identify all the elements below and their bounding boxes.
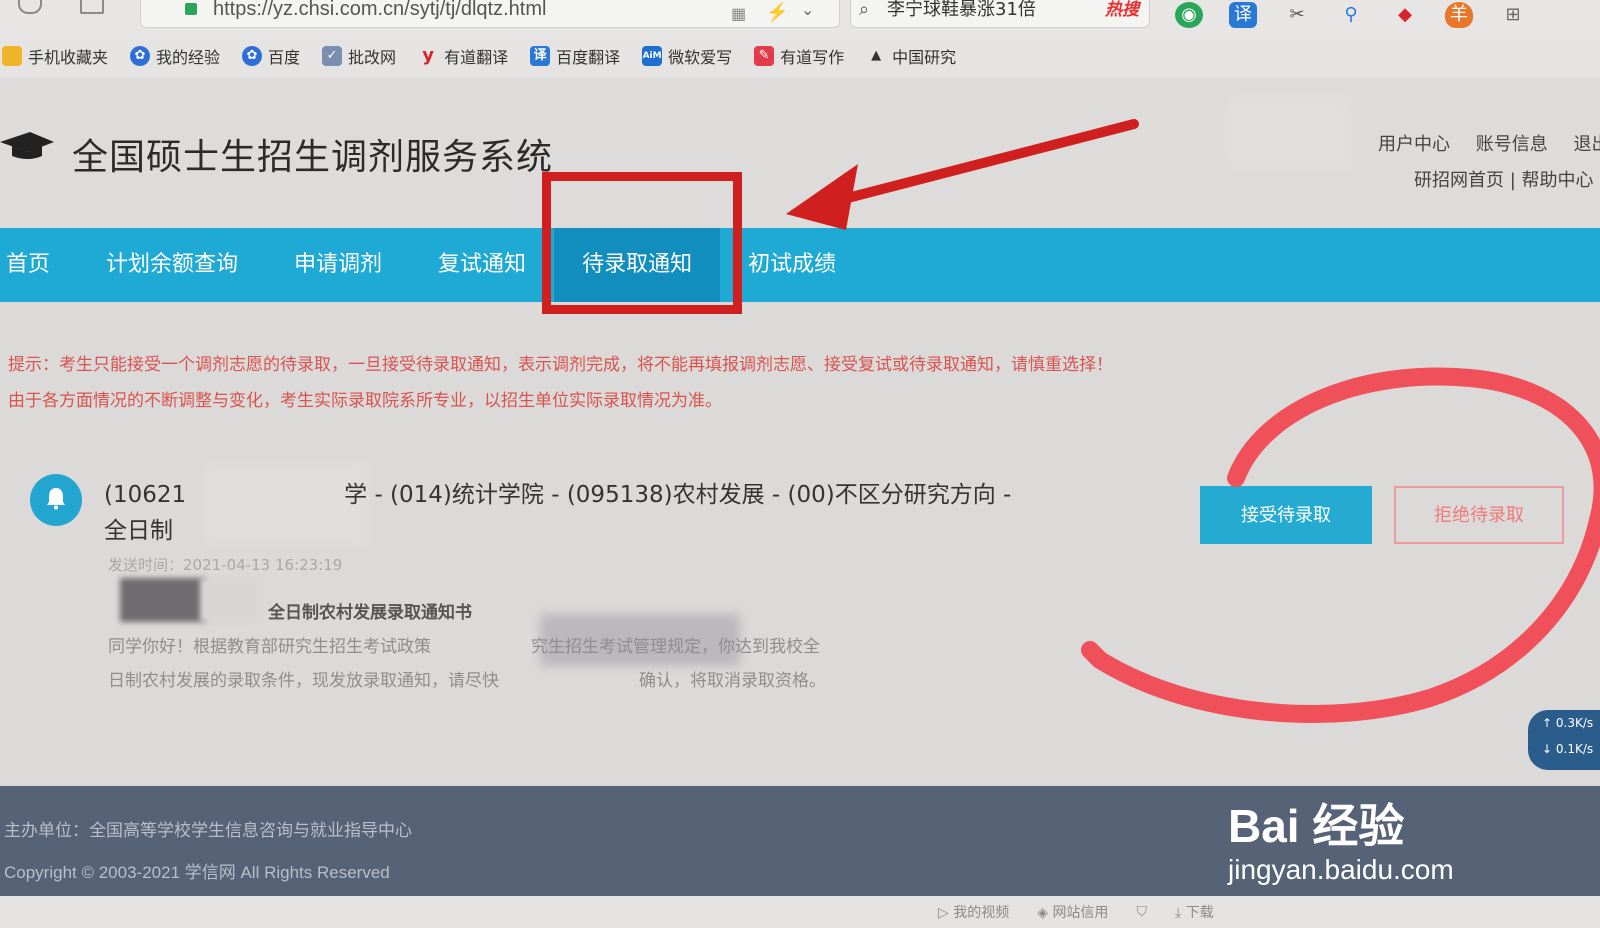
bookmark-label: 微软爱写 — [668, 48, 733, 67]
graduation-cap-icon: ▲ — [871, 48, 882, 63]
download-link[interactable]: ⤓ 下载 — [1175, 902, 1214, 922]
nav-home[interactable]: 首页 — [0, 228, 78, 302]
bookmark-item[interactable]: ✎ 有道写作 — [754, 44, 844, 68]
search-icon: ⌕ — [859, 0, 870, 20]
accept-admission-button[interactable]: 接受待录取 — [1200, 486, 1372, 544]
bookmark-label: 有道翻译 — [444, 48, 509, 67]
shield-status-icon[interactable]: ⛉ — [1136, 904, 1147, 920]
notification-bell-icon — [30, 474, 82, 526]
redacted-username — [1230, 98, 1350, 168]
youdao-write-icon: ✎ — [754, 46, 775, 66]
bell-icon — [47, 488, 65, 510]
gamepad-icon[interactable]: ◆ — [1391, 2, 1419, 28]
bookmark-item[interactable]: ✓ 批改网 — [322, 44, 396, 68]
translate-icon: 译 — [530, 46, 551, 66]
bookmark-label: 有道写作 — [780, 48, 845, 67]
scissors-icon[interactable]: ✂ — [1283, 2, 1311, 28]
watermark-logo: Bai 经验 — [1228, 800, 1405, 852]
extension-green-icon[interactable]: ◉ — [1175, 2, 1203, 28]
youdao-icon: y — [422, 45, 434, 66]
logout-link[interactable]: 退出 — [1573, 134, 1600, 155]
graduation-cap-logo-icon — [0, 132, 54, 159]
download-speed: ↓ 0.1K/s — [1542, 742, 1594, 756]
bookmark-label: 批改网 — [348, 48, 397, 67]
nav-retest-notice[interactable]: 复试通知 — [410, 228, 554, 302]
bookmark-label: 我的经验 — [156, 48, 221, 67]
user-links: 用户中心 账号信息 退出 — [1378, 130, 1600, 156]
site-credit-link[interactable]: ◈ 网站信用 — [1037, 902, 1108, 922]
upload-speed: ↑ 0.3K/s — [1542, 716, 1594, 730]
search-input[interactable]: ⌕ 李宁球鞋暴涨31倍 热搜 — [850, 0, 1150, 28]
tip-line: 提示：考生只能接受一个调剂志愿的待录取，一旦接受待录取通知，表示调剂完成，将不能… — [8, 355, 1113, 375]
bookmark-item[interactable]: 译 百度翻译 — [530, 44, 620, 68]
help-links[interactable]: 研招网首页 | 帮助中心 — [1414, 166, 1594, 192]
send-time: 发送时间：2021-04-13 16:23:19 — [108, 556, 343, 574]
bookmark-label: 百度 — [268, 48, 301, 67]
folder-icon — [2, 46, 22, 66]
account-info-link[interactable]: 账号信息 — [1476, 134, 1548, 155]
bookmark-item[interactable]: ✿ 百度 — [242, 44, 300, 68]
notice-title: (10621 学 - (014)统计学院 - (095138)农村发展 - (00… — [104, 482, 1012, 544]
baidu-jingyan-watermark: Bai 经验 jingyan.baidu.com — [1228, 790, 1454, 886]
bookmark-item[interactable]: AiM 微软爱写 — [642, 44, 732, 68]
baidu-paw-icon: ✿ — [242, 46, 263, 66]
annotation-highlight-box — [542, 172, 742, 314]
bookmark-item[interactable]: ▲ 中国研究 — [866, 44, 956, 68]
nav-apply-adjustment[interactable]: 申请调剂 — [266, 228, 410, 302]
hot-search-badge: 热搜 — [1105, 0, 1139, 20]
shield-icon[interactable]: 羊 — [1445, 2, 1473, 28]
tip-line: 由于各方面情况的不断调整与变化，考生实际录取院系所专业，以招生单位实际录取情况为… — [8, 391, 722, 411]
url-text: https://yz.chsi.com.cn/sytj/tj/dlqtz.htm… — [213, 0, 547, 20]
secure-lock-icon — [185, 3, 197, 15]
redacted-block — [200, 578, 260, 622]
main-content: 提示：考生只能接受一个调剂志愿的待录取，一旦接受待录取通知，表示调剂完成，将不能… — [0, 302, 1600, 786]
reject-admission-button[interactable]: 拒绝待录取 — [1394, 486, 1564, 544]
search-text: 李宁球鞋暴涨31倍 — [887, 0, 1036, 20]
reload-icon[interactable] — [18, 0, 42, 14]
bookmark-label: 百度翻译 — [556, 48, 621, 67]
bookmark-item[interactable]: 手机收藏夹 — [2, 44, 108, 68]
browser-toolbar: https://yz.chsi.com.cn/sytj/tj/dlqtz.htm… — [0, 0, 1600, 34]
admission-letter-title: 全日制农村发展录取通知书 — [268, 603, 472, 623]
site-header: 全国硕士生招生调剂服务系统 用户中心 账号信息 退出 研招网首页 | 帮助中心 — [0, 78, 1600, 230]
bookmark-item[interactable]: ✿ 我的经验 — [130, 44, 220, 68]
network-speed-widget[interactable]: ↑ 0.3K/s ↓ 0.1K/s — [1528, 710, 1600, 770]
pigai-icon: ✓ — [322, 46, 343, 66]
grid-icon[interactable]: ⊞ — [1499, 2, 1527, 28]
user-center-link[interactable]: 用户中心 — [1378, 134, 1450, 155]
address-bar[interactable]: https://yz.chsi.com.cn/sytj/tj/dlqtz.htm… — [140, 0, 840, 28]
magnifier-icon[interactable]: ⚲ — [1337, 2, 1365, 28]
aim-icon: AiM — [642, 46, 663, 66]
bookmark-label: 手机收藏夹 — [28, 48, 109, 67]
bookmark-item[interactable]: y 有道翻译 — [418, 44, 508, 68]
lightning-icon[interactable]: ⚡ — [766, 0, 788, 26]
redacted-block — [120, 578, 206, 622]
translate-icon[interactable]: 译 — [1229, 2, 1257, 28]
footer-organizer: 主办单位：全国高等学校学生信息咨询与就业指导中心 — [4, 821, 412, 841]
browser-status-bar: ▷ 我的视频 ◈ 网站信用 ⛉ ⤓ 下载 — [0, 896, 1600, 928]
qr-code-icon[interactable]: ▦ — [731, 1, 746, 29]
my-video-link[interactable]: ▷ 我的视频 — [938, 902, 1009, 922]
bookmark-label: 中国研究 — [892, 48, 957, 67]
site-title: 全国硕士生招生调剂服务系统 — [72, 137, 554, 178]
extension-toolbar: ◉ 译 ✂ ⚲ ◆ 羊 ⊞ — [1175, 2, 1527, 28]
watermark-url: jingyan.baidu.com — [1228, 854, 1454, 885]
admission-letter-body: 同学你好！根据教育部研究生招生考试政策 究生招生考试管理规定，你达到我校全 日制农… — [108, 637, 826, 691]
baidu-paw-icon: ✿ — [130, 46, 151, 66]
home-icon[interactable] — [80, 0, 104, 14]
nav-plan-balance[interactable]: 计划余额查询 — [78, 228, 266, 302]
footer-copyright: Copyright © 2003-2021 学信网 All Rights Res… — [4, 863, 390, 882]
main-nav: 首页 计划余额查询 申请调剂 复试通知 待录取通知 初试成绩 — [0, 228, 1600, 302]
chevron-down-icon[interactable]: ⌄ — [801, 0, 814, 25]
bookmarks-bar: 手机收藏夹 ✿ 我的经验 ✿ 百度 ✓ 批改网 y 有道翻译 译 百度翻译 Ai… — [0, 34, 1600, 78]
